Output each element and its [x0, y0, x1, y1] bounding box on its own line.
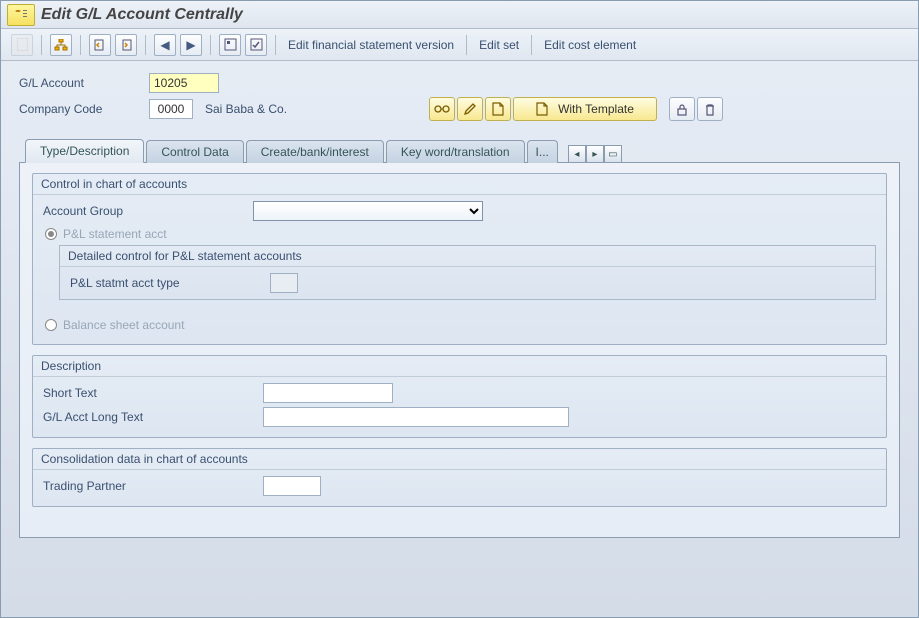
display-icon[interactable] — [219, 34, 241, 56]
account-group-select[interactable] — [253, 201, 483, 221]
company-name: Sai Baba & Co. — [205, 102, 287, 116]
menu-button[interactable] — [7, 4, 35, 26]
pl-statement-label: P&L statement acct — [63, 227, 167, 241]
account-group-label: Account Group — [43, 204, 253, 218]
right-arrow-icon[interactable]: ▶ — [180, 34, 202, 56]
tab-scroll-left-icon[interactable]: ◂ — [568, 145, 586, 163]
page-title: Edit G/L Account Centrally — [41, 6, 243, 24]
edit-set[interactable]: Edit set — [475, 38, 523, 52]
content-area: G/L Account Company Code Sai Baba & Co. … — [1, 61, 918, 548]
long-text-label: G/L Acct Long Text — [43, 410, 263, 424]
left-arrow-icon[interactable]: ◀ — [154, 34, 176, 56]
balance-sheet-radio: Balance sheet account — [45, 318, 876, 332]
tabstrip: Type/Description Control Data Create/ban… — [19, 139, 900, 163]
group-description: Description Short Text G/L Acct Long Tex… — [32, 355, 887, 438]
trading-partner-label: Trading Partner — [43, 479, 263, 493]
sap-window: Edit G/L Account Centrally ◀ ▶ Edit fina… — [0, 0, 919, 618]
doc-icon — [11, 34, 33, 56]
glasses-icon[interactable] — [429, 97, 455, 121]
long-text-input[interactable] — [263, 407, 569, 427]
prev-doc-icon[interactable] — [89, 34, 111, 56]
balance-sheet-label: Balance sheet account — [63, 318, 184, 332]
tab-list-icon[interactable]: ▭ — [604, 145, 622, 163]
tab-info[interactable]: I... — [527, 140, 558, 163]
with-template-button[interactable]: With Template — [513, 97, 657, 121]
edit-financial-statement[interactable]: Edit financial statement version — [284, 38, 458, 52]
group-description-title: Description — [33, 356, 886, 377]
gl-account-input[interactable] — [149, 73, 219, 93]
next-doc-icon[interactable] — [115, 34, 137, 56]
hierarchy-icon[interactable] — [50, 34, 72, 56]
radio-icon — [45, 319, 57, 331]
subgroup-pl-detail: Detailed control for P&L statement accou… — [59, 245, 876, 300]
check-icon[interactable] — [245, 34, 267, 56]
pl-type-label: P&L statmt acct type — [70, 276, 270, 290]
tab-control-data[interactable]: Control Data — [146, 140, 243, 163]
company-code-label: Company Code — [19, 102, 149, 116]
tab-create-bank-interest[interactable]: Create/bank/interest — [246, 140, 384, 163]
trash-icon[interactable] — [697, 97, 723, 121]
trading-partner-input[interactable] — [263, 476, 321, 496]
toolbar: ◀ ▶ Edit financial statement version Edi… — [1, 29, 918, 61]
group-consolidation-title: Consolidation data in chart of accounts — [33, 449, 886, 470]
gl-account-label: G/L Account — [19, 76, 149, 90]
pl-type-input — [270, 273, 298, 293]
titlebar: Edit G/L Account Centrally — [1, 1, 918, 29]
group-consolidation: Consolidation data in chart of accounts … — [32, 448, 887, 507]
radio-selected-icon — [45, 228, 57, 240]
company-code-input[interactable] — [149, 99, 193, 119]
short-text-label: Short Text — [43, 386, 263, 400]
tab-type-description[interactable]: Type/Description — [25, 139, 144, 163]
lock-icon[interactable] — [669, 97, 695, 121]
short-text-input[interactable] — [263, 383, 393, 403]
tab-keyword-translation[interactable]: Key word/translation — [386, 140, 525, 163]
edit-cost-element[interactable]: Edit cost element — [540, 38, 640, 52]
pl-statement-radio: P&L statement acct — [45, 227, 876, 241]
tab-body: Control in chart of accounts Account Gro… — [19, 162, 900, 538]
group-control-chart-title: Control in chart of accounts — [33, 174, 886, 195]
pencil-icon[interactable] — [457, 97, 483, 121]
tab-scroll-right-icon[interactable]: ▸ — [586, 145, 604, 163]
subgroup-pl-title: Detailed control for P&L statement accou… — [60, 246, 875, 267]
tab-area: Type/Description Control Data Create/ban… — [19, 139, 900, 538]
new-doc-icon[interactable] — [485, 97, 511, 121]
group-control-chart: Control in chart of accounts Account Gro… — [32, 173, 887, 345]
with-template-label: With Template — [558, 102, 634, 116]
